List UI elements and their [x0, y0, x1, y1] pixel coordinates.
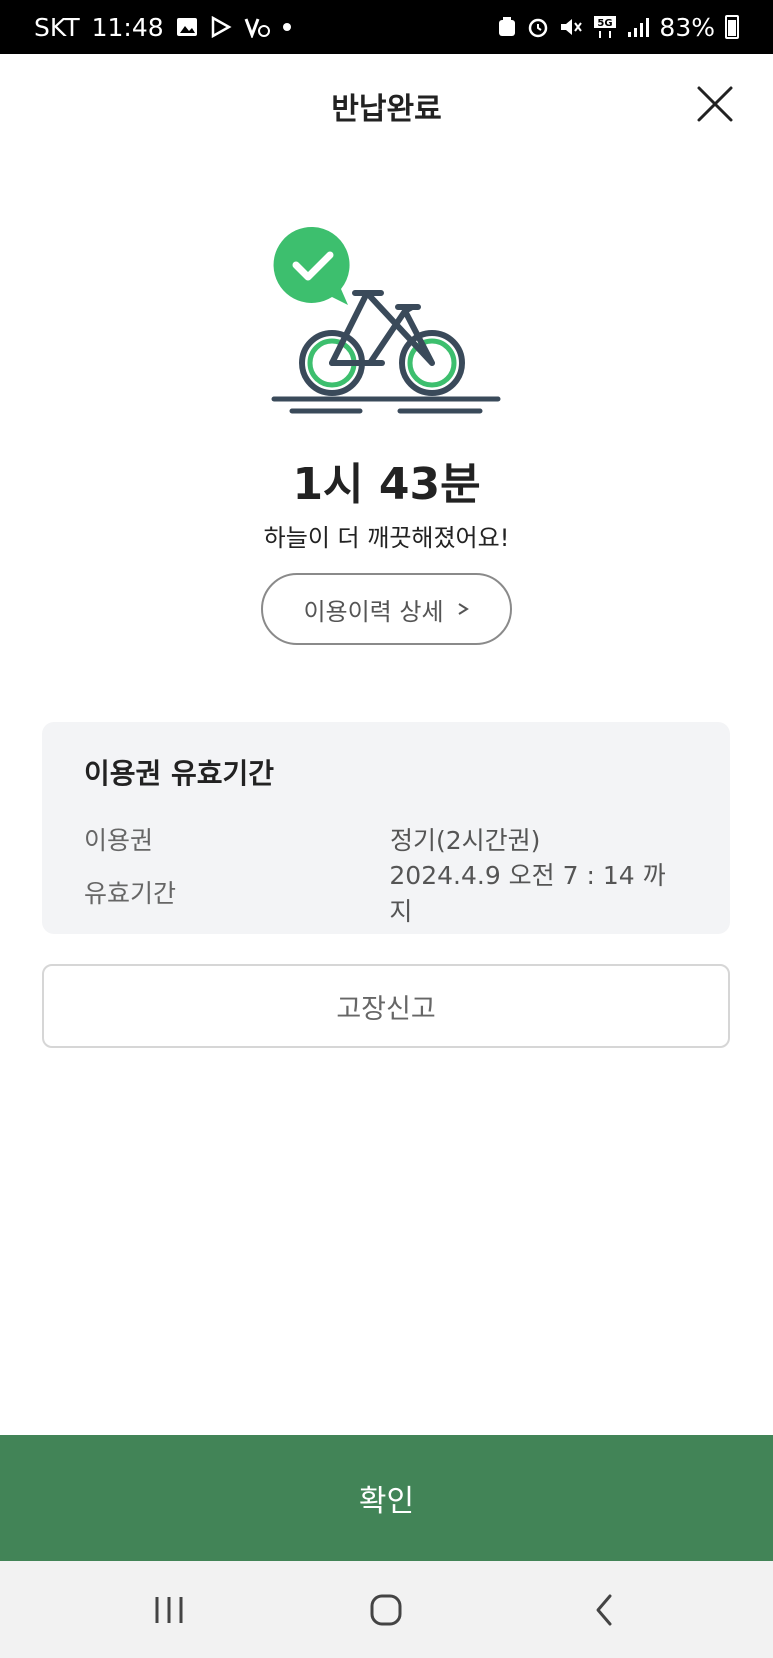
check-bubble-icon [273, 226, 350, 305]
recent-apps-icon [155, 1596, 183, 1623]
app-notification-icon [244, 16, 270, 38]
history-detail-button[interactable]: 이용이력 상세 [261, 573, 512, 645]
dot-icon [282, 22, 292, 32]
status-bar: SKT 11:48 5G 83% [0, 0, 773, 54]
battery-icon [725, 15, 739, 39]
home-button[interactable] [346, 1580, 426, 1640]
pass-type-label: 이용권 [84, 825, 154, 855]
pass-validity-card: 이용권 유효기간 이용권 정기(2시간권) 유효기간 2024.4.9 오전 7… [42, 722, 730, 934]
pass-validity-title: 이용권 유효기간 [84, 757, 275, 790]
signal-icon [627, 16, 650, 38]
ground-lines [271, 396, 501, 414]
close-icon [697, 86, 733, 122]
bike-return-illustration [270, 225, 502, 415]
play-store-icon [210, 16, 232, 38]
ride-duration: 1시 43분 [292, 459, 481, 510]
page-title: 반납완료 [331, 92, 442, 127]
pass-expiry-row: 유효기간 2024.4.9 오전 7 : 14 까지 [84, 861, 688, 926]
pass-expiry-label: 유효기간 [84, 878, 177, 908]
pass-expiry-value: 2024.4.9 오전 7 : 14 까지 [389, 860, 666, 926]
alarm-icon [527, 16, 549, 38]
status-left: SKT 11:48 [34, 13, 292, 42]
gallery-icon [176, 17, 198, 37]
5g-icon: 5G [593, 15, 617, 39]
bicycle-icon [299, 290, 465, 396]
eco-message: 하늘이 더 깨끗해졌어요! [263, 524, 510, 552]
back-icon [596, 1594, 612, 1625]
battery-percent: 83% [659, 12, 715, 42]
pass-type-value: 정기(2시간권) [390, 825, 541, 855]
svg-text:5G: 5G [598, 18, 613, 29]
report-fault-button[interactable]: 고장신고 [42, 964, 730, 1048]
recent-apps-button[interactable] [129, 1580, 209, 1640]
close-button[interactable] [695, 84, 735, 124]
carrier-label: SKT [34, 12, 80, 42]
system-nav-bar [0, 1561, 773, 1658]
history-detail-label: 이용이력 상세 [303, 597, 444, 626]
confirm-button[interactable]: 확인 [0, 1435, 773, 1561]
header: 반납완료 [0, 54, 773, 158]
home-icon [370, 1594, 402, 1625]
clock: 11:48 [91, 12, 164, 42]
back-button[interactable] [564, 1580, 644, 1640]
mute-icon [559, 16, 583, 38]
recycle-icon [497, 16, 517, 38]
chevron-right-icon [458, 603, 469, 615]
status-right: 5G 83% [497, 13, 739, 42]
